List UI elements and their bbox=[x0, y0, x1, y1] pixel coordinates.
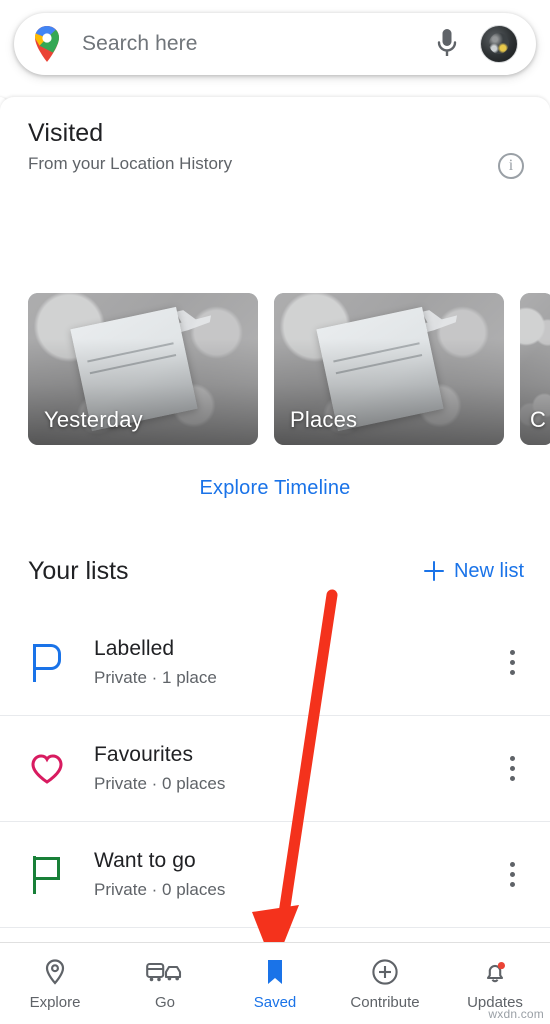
bookmark-icon bbox=[264, 957, 286, 987]
card-label: Places bbox=[290, 407, 358, 432]
list-item-texts: Favourites Private · 0 places bbox=[94, 743, 490, 794]
nav-label: Go bbox=[154, 993, 175, 1011]
bell-icon bbox=[481, 957, 509, 987]
map-pin-icon bbox=[43, 957, 67, 987]
your-lists-title: Your lists bbox=[28, 556, 129, 585]
commute-car-icon bbox=[146, 957, 184, 987]
your-lists-header: Your lists New list bbox=[0, 549, 550, 593]
watermark: wxdn.com bbox=[488, 1007, 544, 1021]
label-flag-icon bbox=[30, 643, 94, 682]
bottom-navigation: Explore Go Saved Contribute Updates bbox=[0, 942, 550, 1024]
list-item-meta: Private · 1 place bbox=[94, 668, 217, 687]
more-vertical-icon[interactable] bbox=[490, 756, 534, 781]
list-item[interactable]: Favourites Private · 0 places bbox=[0, 716, 550, 822]
app-screen: Search here Visited From your Location H… bbox=[0, 0, 550, 1024]
list-item[interactable]: Labelled Private · 1 place bbox=[0, 610, 550, 716]
list-item[interactable]: Starred places Private · 0 places bbox=[0, 928, 550, 942]
timeline-cards[interactable]: Yesterday Places C bbox=[0, 293, 550, 451]
card-label: Yesterday bbox=[44, 407, 143, 432]
list-item-texts: Want to go Private · 0 places bbox=[94, 849, 490, 900]
more-vertical-icon[interactable] bbox=[490, 862, 534, 887]
avatar[interactable] bbox=[480, 25, 518, 63]
plus-circle-icon bbox=[371, 957, 399, 987]
new-list-button[interactable]: New list bbox=[423, 559, 524, 583]
list-item-texts: Labelled Private · 1 place bbox=[94, 637, 490, 688]
list-item-name: Favourites bbox=[94, 743, 194, 766]
visited-subtitle: From your Location History bbox=[28, 154, 233, 173]
search-bar[interactable]: Search here bbox=[14, 13, 536, 75]
list-item-name: Want to go bbox=[94, 849, 196, 872]
heart-icon bbox=[30, 753, 94, 785]
nav-item-go[interactable]: Go bbox=[110, 943, 220, 1024]
flag-icon bbox=[30, 855, 94, 894]
notification-badge bbox=[497, 961, 505, 969]
visited-title: Visited bbox=[28, 119, 104, 147]
google-maps-pin-icon bbox=[30, 24, 64, 64]
card-label: C bbox=[530, 407, 547, 432]
nav-item-contribute[interactable]: Contribute bbox=[330, 943, 440, 1024]
list-item[interactable]: Want to go Private · 0 places bbox=[0, 822, 550, 928]
explore-timeline-link[interactable]: Explore Timeline bbox=[0, 477, 550, 500]
timeline-card[interactable]: Yesterday bbox=[28, 293, 258, 445]
info-icon[interactable]: i bbox=[498, 153, 524, 179]
more-vertical-icon[interactable] bbox=[490, 650, 534, 675]
timeline-card[interactable]: C bbox=[520, 293, 550, 445]
microphone-icon[interactable] bbox=[434, 26, 460, 62]
new-list-label: New list bbox=[453, 559, 524, 582]
search-input[interactable]: Search here bbox=[82, 32, 434, 56]
timeline-card[interactable]: Places bbox=[274, 293, 504, 445]
nav-label: Explore bbox=[29, 993, 81, 1011]
lists-container: Labelled Private · 1 place Favourites Pr… bbox=[0, 610, 550, 942]
nav-label: Contribute bbox=[350, 993, 420, 1011]
saved-sheet: Visited From your Location History i Yes… bbox=[0, 97, 550, 942]
nav-label: Saved bbox=[253, 993, 297, 1011]
nav-item-explore[interactable]: Explore bbox=[0, 943, 110, 1024]
plus-icon bbox=[423, 561, 444, 581]
list-item-meta: Private · 0 places bbox=[94, 880, 226, 899]
list-item-meta: Private · 0 places bbox=[94, 774, 226, 793]
visited-header: Visited From your Location History bbox=[0, 97, 550, 174]
list-item-name: Labelled bbox=[94, 637, 175, 660]
nav-item-saved[interactable]: Saved bbox=[220, 943, 330, 1024]
